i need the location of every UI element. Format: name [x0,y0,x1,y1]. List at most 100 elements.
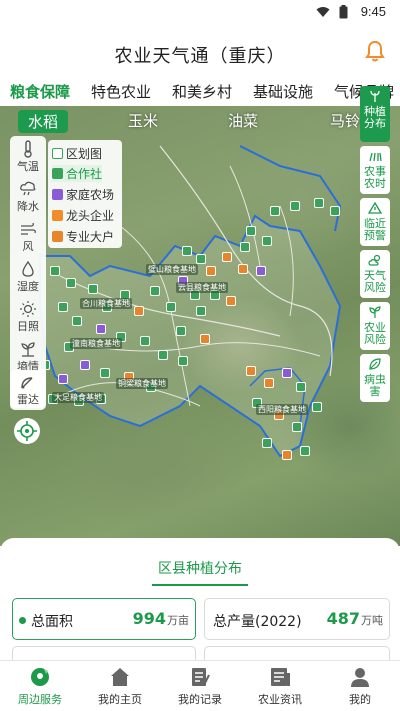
map-marker[interactable] [80,360,90,370]
map-marker[interactable] [226,296,236,306]
legend-item-cooperative[interactable]: 合作社 [52,165,103,182]
selected-dot [19,617,26,624]
legend-label: 专业大户 [66,230,115,244]
total-output-value: 487万吨 [327,609,383,628]
map-marker[interactable] [246,366,256,376]
news-icon [271,668,290,686]
map-marker[interactable] [290,201,300,211]
map-marker[interactable] [150,286,160,296]
legend-item-zoning[interactable]: 区划图 [52,145,102,162]
map-marker[interactable] [50,266,60,276]
nav-nearby-services[interactable]: 周边服务 [0,665,80,707]
legend-item-large-grower[interactable]: 专业大户 [52,228,114,245]
nav-my-records[interactable]: 我的记录 [160,665,240,707]
map-marker[interactable] [182,246,192,256]
map-marker[interactable] [196,306,206,316]
map-marker[interactable] [166,302,176,312]
map-marker[interactable] [58,302,68,312]
tool-soil-moisture[interactable]: 墒情 [10,340,46,374]
nav-my-home[interactable]: 我的主页 [80,665,160,707]
map-marker[interactable] [134,306,144,316]
map-marker[interactable] [312,402,322,412]
base-label[interactable]: 璧山粮食基地 [146,264,198,275]
map-marker[interactable] [296,382,306,392]
map-marker[interactable] [206,266,216,276]
tab-rapeseed[interactable]: 油菜 [228,110,258,131]
map-marker[interactable] [264,378,274,388]
agri-risk-button[interactable]: 农业风险 [360,302,390,350]
notebook-icon [192,668,210,686]
map-marker[interactable] [330,206,340,216]
battery-icon [339,5,348,19]
sun-icon [20,301,36,317]
locate-button[interactable] [14,418,40,444]
total-area-label: 总面积 [31,614,73,630]
total-output-card[interactable]: 总产量(2022) 487万吨 [204,598,390,640]
tab-food-security[interactable]: 粮食保障 [10,81,70,102]
base-label[interactable]: 合川粮食基地 [80,298,132,309]
base-label[interactable]: 铜梁粮食基地 [116,378,168,389]
legend-item-family-farm[interactable]: 家庭农场 [52,186,114,203]
map-marker[interactable] [88,284,98,294]
nav-me[interactable]: 我的 [320,665,400,707]
map-marker[interactable] [270,206,280,216]
total-area-value: 994万亩 [133,609,189,628]
app-header: 农业天气通（重庆） [0,26,400,76]
legend-label: 龙头企业 [66,209,115,223]
map-marker[interactable] [314,198,324,208]
tab-rice[interactable]: 水稻 [18,110,69,133]
radar-icon [21,377,33,389]
summary-title[interactable]: 区县种植分布 [0,558,400,578]
map-marker[interactable] [238,264,248,274]
tool-humidity[interactable]: 湿度 [10,260,46,294]
map-marker[interactable] [282,450,292,460]
map-marker[interactable] [72,316,82,326]
map-marker[interactable] [262,438,272,448]
pest-button[interactable]: 病虫害 [360,354,390,402]
map-marker[interactable] [200,334,210,344]
nav-agri-news[interactable]: 农业资讯 [240,665,320,707]
base-label[interactable]: 潼南粮食基地 [70,338,122,349]
planting-distribution-button[interactable]: 种植分布 [360,86,390,142]
map-marker[interactable] [158,350,168,360]
tab-corn[interactable]: 玉米 [128,110,158,131]
map-marker[interactable] [66,278,76,288]
map-marker[interactable] [96,324,106,334]
base-label[interactable]: 大足粮食基地 [52,392,104,403]
map-marker[interactable] [58,374,68,384]
base-label[interactable]: 西阳粮食基地 [256,404,308,415]
tool-wind[interactable]: 风 [10,220,46,254]
base-label[interactable]: 云县粮食基地 [176,282,228,293]
farming-calendar-button[interactable]: 农事农时 [360,146,390,194]
map-marker[interactable] [100,368,110,378]
tool-temperature[interactable]: 气温 [10,140,46,174]
map-marker[interactable] [300,446,310,456]
tool-radar[interactable]: 雷达 [10,370,46,410]
tab-beautiful-village[interactable]: 和美乡村 [172,81,232,102]
nowcast-warning-button[interactable]: 临近预警 [360,198,390,246]
map-marker[interactable] [196,254,206,264]
legend-label: 区划图 [66,147,103,161]
map-marker[interactable] [246,226,256,236]
map-marker[interactable] [256,266,266,276]
total-area-card[interactable]: 总面积 994万亩 [12,598,196,640]
map-marker[interactable] [140,336,150,346]
locate-icon [17,421,37,441]
legend-item-leading-enterprise[interactable]: 龙头企业 [52,207,114,224]
map-marker[interactable] [282,368,292,378]
weather-risk-button[interactable]: 天气风险 [360,250,390,298]
bell-icon[interactable] [364,40,386,62]
right-button-label: 天气风险 [364,269,386,294]
map-marker[interactable] [262,236,272,246]
tool-precipitation[interactable]: 降水 [10,180,46,214]
map-marker[interactable] [292,422,302,432]
nav-label: 我的记录 [178,693,222,706]
map-marker[interactable] [240,242,250,252]
map-marker[interactable] [178,356,188,366]
nav-label: 我的主页 [98,693,142,706]
tab-specialty-agriculture[interactable]: 特色农业 [91,81,151,102]
tool-sunshine[interactable]: 日照 [10,300,46,334]
tab-infrastructure[interactable]: 基础设施 [253,81,313,102]
map-marker[interactable] [176,326,186,336]
map-marker[interactable] [222,252,232,262]
